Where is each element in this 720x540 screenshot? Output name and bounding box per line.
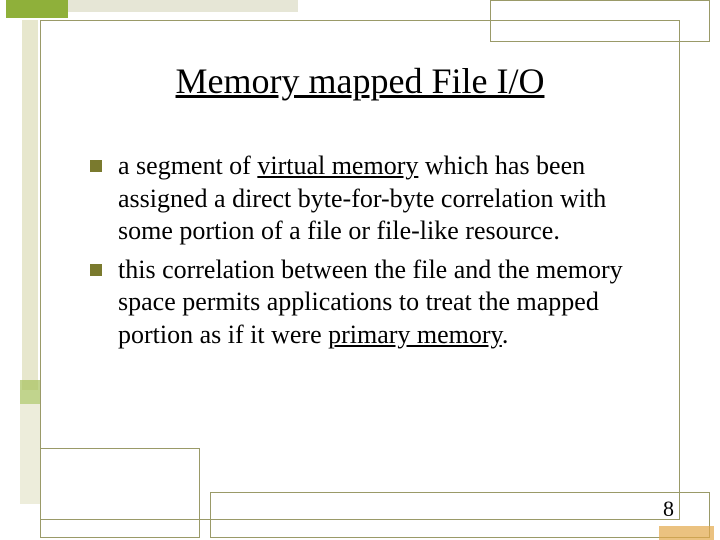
slide-title: Memory mapped File I/O: [0, 60, 720, 102]
bullet-text-pre: a segment of: [118, 151, 257, 180]
frame-top-right: [490, 0, 710, 42]
bullet-text-underlined: virtual memory: [257, 151, 418, 180]
bullet-square-icon: [90, 264, 102, 276]
page-number: 8: [663, 496, 674, 522]
slide-title-text: Memory mapped File I/O: [176, 61, 545, 101]
bullet-item: this correlation between the file and th…: [90, 254, 650, 352]
left-strip-green: [20, 380, 40, 404]
slide: Memory mapped File I/O a segment of virt…: [0, 0, 720, 540]
frame-bottom-right: [210, 492, 710, 538]
left-strip-tan: [20, 404, 40, 504]
accent-tan-bar: [68, 0, 298, 12]
slide-body: a segment of virtual memory which has be…: [90, 150, 650, 357]
bullet-text-underlined: primary memory: [328, 320, 502, 349]
bullet-square-icon: [90, 160, 102, 172]
accent-green-block: [6, 0, 68, 18]
accent-orange-block: [659, 526, 714, 540]
frame-bottom-left: [40, 448, 200, 538]
bullet-item: a segment of virtual memory which has be…: [90, 150, 650, 248]
bullet-text-post: .: [502, 320, 509, 349]
